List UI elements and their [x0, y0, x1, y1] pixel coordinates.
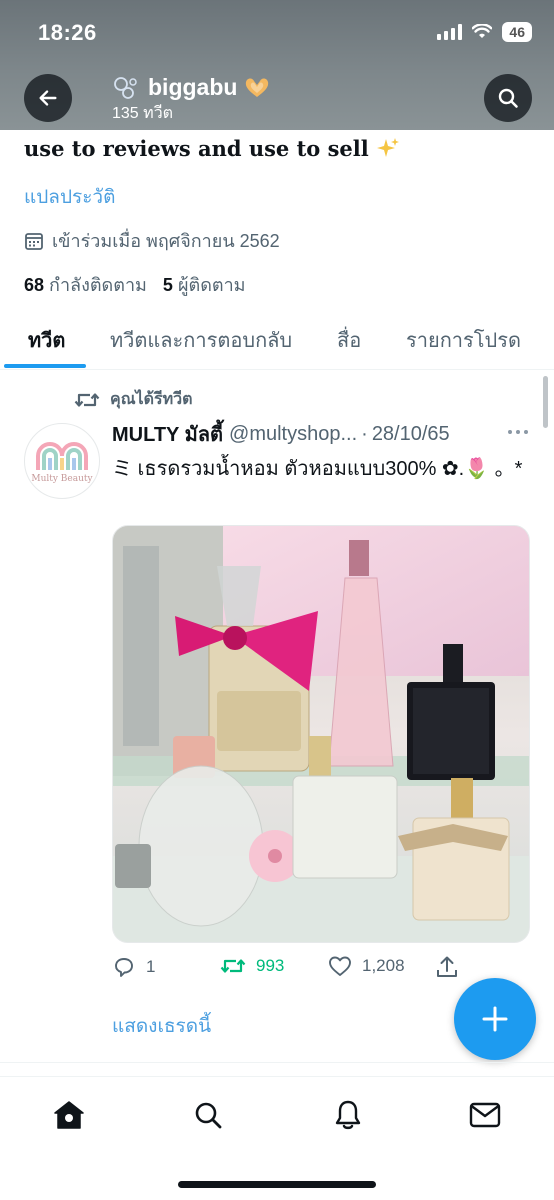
translate-bio-link[interactable]: แปลประวัติ	[24, 182, 115, 212]
tweet-date[interactable]: 28/10/65	[372, 423, 450, 446]
calendar-icon	[25, 232, 43, 250]
more-icon[interactable]	[508, 430, 528, 434]
active-tab-indicator	[4, 364, 86, 368]
timeline-divider	[0, 1062, 554, 1063]
joined-date: เข้าร่วมเมื่อ พฤศจิกายน 2562	[24, 226, 280, 255]
tab-likes[interactable]: รายการโปรด	[406, 324, 521, 356]
profile-tabs: ทวีต ทวีตและการตอบกลับ สื่อ รายการโปรด	[0, 308, 554, 370]
retweet-context: คุณได้รีทวีต	[74, 387, 193, 412]
profile-bio: use to reviews and use to sell	[24, 136, 400, 161]
followers-label: ผู้ติดตาม	[177, 275, 246, 295]
reply-button[interactable]: 1	[112, 955, 155, 979]
show-thread-link[interactable]: แสดงเธรดนี้	[112, 1011, 211, 1041]
rainbow-logo-icon	[36, 442, 88, 470]
cellular-signal-icon	[437, 24, 463, 40]
nav-messages[interactable]	[465, 1095, 505, 1135]
tweet-media-image[interactable]	[112, 525, 530, 943]
following-label: กำลังติดตาม	[49, 275, 147, 295]
following-link[interactable]: 68 กำลังติดตาม	[24, 270, 147, 299]
compose-plus-icon	[482, 1006, 508, 1032]
home-indicator	[178, 1181, 376, 1188]
wifi-icon	[472, 24, 493, 38]
follow-stats: 68 กำลังติดตาม 5 ผู้ติดตาม	[24, 270, 246, 299]
like-count: 1,208	[362, 956, 405, 975]
back-arrow-icon	[39, 90, 57, 106]
sparkles-emoji-icon	[377, 138, 400, 157]
search-button[interactable]	[484, 74, 532, 122]
bottom-navigation	[0, 1076, 554, 1200]
compose-tweet-button[interactable]	[454, 978, 536, 1060]
search-icon	[195, 1102, 222, 1129]
avatar-caption: Multy Beauty	[31, 474, 93, 484]
followers-link[interactable]: 5 ผู้ติดตาม	[163, 270, 246, 299]
tab-tweets[interactable]: ทวีต	[28, 324, 65, 356]
back-button[interactable]	[24, 74, 72, 122]
tab-media[interactable]: สื่อ	[337, 324, 361, 356]
scrollbar[interactable]	[543, 376, 548, 428]
author-avatar[interactable]: Multy Beauty	[24, 423, 100, 499]
following-count: 68	[24, 275, 45, 295]
battery-indicator: 46	[502, 22, 532, 42]
retweet-button[interactable]: 993	[220, 955, 284, 977]
retweet-icon	[74, 392, 100, 407]
joined-date-text: เข้าร่วมเมื่อ พฤศจิกายน 2562	[52, 231, 280, 251]
retweet-context-label: คุณได้รีทวีต	[110, 391, 193, 408]
tab-tweets-and-replies[interactable]: ทวีตและการตอบกลับ	[110, 324, 292, 356]
share-button[interactable]	[436, 955, 458, 979]
tweet-actions: 1 993 1,208	[112, 955, 532, 983]
messages-icon	[469, 1102, 501, 1128]
tweet-header: MULTY มัลตี้ @multyshop... · 28/10/65	[112, 418, 532, 450]
status-time: 18:26	[38, 20, 97, 45]
home-icon	[54, 1101, 84, 1129]
share-icon	[437, 956, 457, 977]
followers-count: 5	[162, 275, 173, 295]
tweet-author-name[interactable]: MULTY มัลตี้	[112, 418, 223, 450]
nav-search[interactable]	[188, 1095, 228, 1135]
retweet-count: 993	[256, 956, 285, 975]
like-icon	[329, 956, 351, 976]
tweet-author-handle[interactable]: @multyshop...	[229, 423, 357, 446]
bubbles-emoji-icon	[114, 76, 137, 99]
tweet-separator: ·	[361, 422, 368, 445]
status-indicators: 46	[437, 22, 532, 42]
reply-icon	[115, 958, 133, 977]
nav-notifications[interactable]	[328, 1095, 368, 1135]
notifications-icon	[335, 1100, 361, 1130]
header-name-row: biggabu	[112, 74, 271, 101]
profile-header-banner: 18:26 46 biggabu 135 ทวีต	[0, 0, 554, 130]
nav-home[interactable]	[49, 1095, 89, 1135]
profile-bio-text: use to reviews and use to sell	[24, 136, 369, 161]
header-display-name: biggabu	[148, 74, 238, 100]
like-button[interactable]: 1,208	[328, 955, 405, 977]
heart-hands-emoji-icon	[246, 77, 269, 97]
search-icon	[498, 88, 518, 108]
perfume-bottles-photo	[113, 526, 529, 942]
header-tweet-count: 135 ทวีต	[112, 105, 174, 122]
tweet-text: ミ เธรดรวมน้ำหอม ตัวหอมแบบ300% ✿.🌷 。*	[112, 458, 523, 480]
retweet-icon	[220, 959, 246, 973]
reply-count: 1	[146, 957, 156, 976]
